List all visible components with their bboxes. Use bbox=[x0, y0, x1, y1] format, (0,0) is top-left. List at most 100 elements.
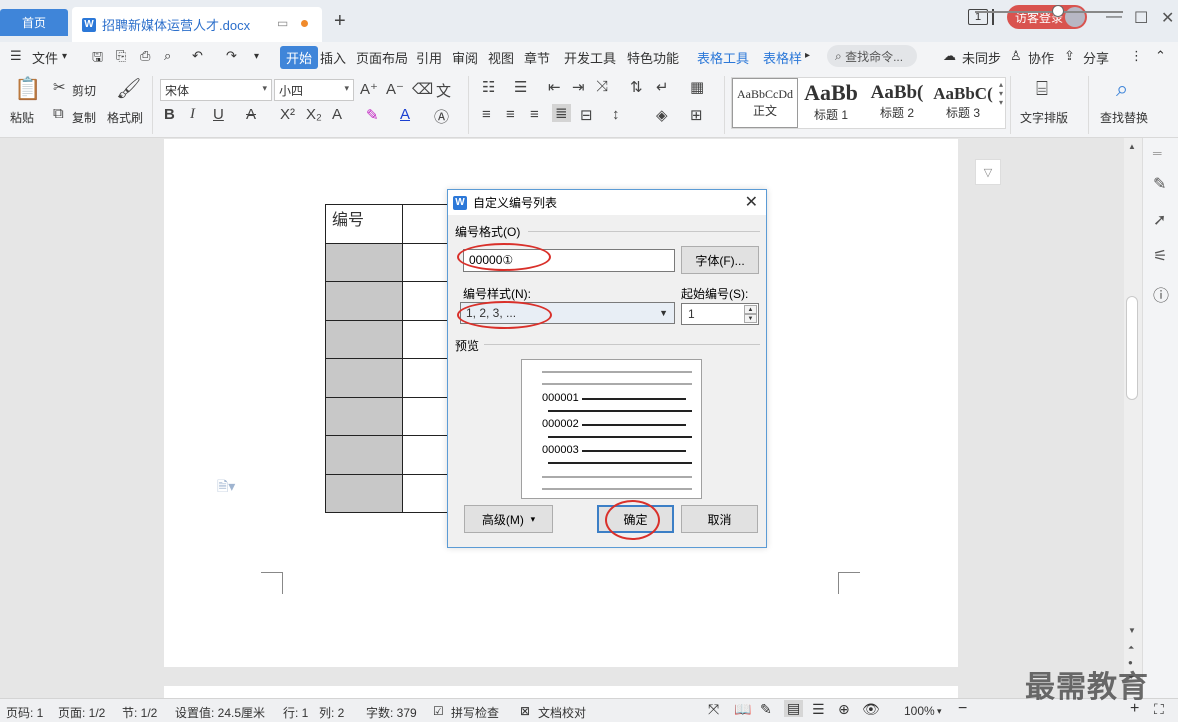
text-effect-icon[interactable]: A bbox=[332, 106, 342, 123]
reading-mode-icon[interactable]: 📖 bbox=[734, 701, 751, 718]
print-preview-icon[interactable]: ⌕ bbox=[164, 48, 171, 64]
spell-check-icon[interactable]: ☑ bbox=[433, 704, 444, 718]
decrease-indent-icon[interactable]: ⇤ bbox=[548, 78, 561, 96]
text-layout-icon[interactable]: ⌸ bbox=[1036, 78, 1048, 101]
status-page-count[interactable]: 页面: 1/2 bbox=[58, 704, 105, 721]
zoom-slider[interactable] bbox=[975, 11, 1123, 13]
scroll-down-icon[interactable]: ▼ bbox=[1128, 626, 1136, 635]
bold-icon[interactable]: B bbox=[164, 106, 175, 123]
status-page-number[interactable]: 页码: 1 bbox=[6, 704, 43, 721]
status-word-count[interactable]: 字数: 379 bbox=[366, 704, 417, 721]
fit-page-icon[interactable]: ⛶ bbox=[1154, 701, 1164, 718]
underline-icon[interactable]: U bbox=[213, 106, 224, 123]
table-cell[interactable] bbox=[325, 435, 403, 475]
show-hide-marks-icon[interactable]: ↵ bbox=[656, 78, 669, 96]
export-pdf-icon[interactable]: ⎘ bbox=[116, 48, 126, 64]
zoom-out-icon[interactable]: − bbox=[958, 700, 967, 718]
subscript-icon[interactable]: X₂ bbox=[306, 106, 322, 123]
highlight-icon[interactable]: ✎ bbox=[366, 106, 379, 124]
menu-table-tools[interactable]: 表格工具 bbox=[697, 48, 749, 67]
save-icon[interactable]: 🖫 bbox=[92, 48, 103, 70]
monitor-icon[interactable]: ▭ bbox=[277, 16, 288, 30]
table-cell[interactable] bbox=[325, 281, 403, 321]
bullet-list-icon[interactable]: ☷ bbox=[482, 78, 495, 96]
redo-icon[interactable]: ↷ bbox=[226, 48, 237, 64]
table-cell[interactable] bbox=[325, 242, 403, 282]
filter-icon[interactable]: ▽ bbox=[975, 159, 1001, 185]
doc-review-button[interactable]: 文档校对 bbox=[538, 704, 586, 721]
style-heading-1[interactable]: AaBb 标题 1 bbox=[798, 78, 864, 128]
close-window-button[interactable]: ✕ bbox=[1161, 8, 1174, 28]
clear-format-icon[interactable]: ⌫ bbox=[412, 80, 433, 98]
outline-view-icon[interactable]: ☰ bbox=[812, 701, 825, 718]
advanced-button[interactable]: 高级(M) ▾ bbox=[464, 505, 553, 533]
align-left-icon[interactable]: ≡ bbox=[482, 106, 491, 123]
scroll-up-icon[interactable]: ▲ bbox=[1128, 142, 1136, 151]
copy-icon[interactable]: ⧉ bbox=[53, 105, 64, 122]
spin-down-icon[interactable]: ▼ bbox=[744, 314, 757, 323]
sidebar-handle-icon[interactable]: ═ bbox=[1153, 146, 1162, 160]
justify-icon[interactable]: ≣ bbox=[552, 104, 571, 122]
gallery-scroll-icon[interactable]: ▴ ▾ ▾ bbox=[999, 80, 1003, 107]
shrink-font-icon[interactable]: A⁻ bbox=[386, 80, 404, 98]
ok-button[interactable]: 确定 bbox=[597, 505, 674, 533]
font-button[interactable]: 字体(F)... bbox=[681, 246, 759, 274]
format-painter-button[interactable]: 格式刷 bbox=[107, 109, 143, 126]
dialog-title-bar[interactable]: W 自定义编号列表 bbox=[448, 190, 766, 215]
scrollbar-thumb[interactable] bbox=[1126, 296, 1138, 400]
cursor-icon[interactable]: ➚ bbox=[1153, 210, 1166, 230]
style-heading-3[interactable]: AaBbC( 标题 3 bbox=[930, 78, 996, 128]
collapse-ribbon-icon[interactable]: ⌃ bbox=[1155, 48, 1166, 64]
find-replace-button[interactable]: 查找替换 bbox=[1100, 109, 1148, 126]
document-table[interactable]: 编号 bbox=[325, 204, 463, 513]
table-icon[interactable]: ▦ bbox=[690, 78, 704, 96]
distribute-icon[interactable]: ⊟ bbox=[580, 106, 593, 124]
menu-chapter[interactable]: 章节 bbox=[524, 48, 550, 67]
table-cell[interactable] bbox=[325, 358, 403, 398]
doc-review-icon[interactable]: ⊠ bbox=[520, 704, 530, 718]
fullscreen-icon[interactable]: ⤧ bbox=[708, 701, 719, 718]
tab-document[interactable]: W 招聘新媒体运营人才.docx ▭ bbox=[72, 7, 322, 42]
italic-icon[interactable]: I bbox=[190, 106, 195, 123]
page-view-icon[interactable]: ▤ bbox=[784, 700, 804, 717]
chevron-down-icon[interactable]: ▾ bbox=[62, 51, 67, 62]
pen-icon[interactable]: ✎ bbox=[1153, 174, 1166, 194]
prev-page-icon[interactable]: ⏶ bbox=[1128, 643, 1134, 653]
zoom-level[interactable]: 100% bbox=[904, 704, 935, 718]
more-icon[interactable]: ⋮ bbox=[1130, 48, 1143, 64]
paste-icon[interactable]: 📋 bbox=[14, 76, 41, 102]
maximize-button[interactable]: ☐ bbox=[1134, 8, 1148, 28]
font-color-icon[interactable]: A bbox=[400, 106, 410, 123]
sort-icon[interactable]: ⇅ bbox=[630, 78, 643, 96]
line-spacing-icon[interactable]: ↕ bbox=[612, 106, 620, 123]
grow-font-icon[interactable]: A⁺ bbox=[360, 80, 378, 98]
chinese-layout-icon[interactable]: ⤨ bbox=[596, 78, 608, 95]
document-page-next[interactable] bbox=[164, 686, 958, 698]
tab-home[interactable]: 首页 bbox=[0, 9, 68, 36]
number-format-input[interactable]: 00000① bbox=[463, 249, 675, 272]
borders-icon[interactable]: ⊞ bbox=[690, 106, 703, 124]
shading-icon[interactable]: ◈ bbox=[656, 106, 668, 124]
print-icon[interactable]: ⎙ bbox=[140, 48, 150, 64]
web-view-icon[interactable]: ⊕ bbox=[838, 701, 850, 718]
menu-table-style[interactable]: 表格样 bbox=[763, 48, 802, 67]
menu-page-layout[interactable]: 页面布局 bbox=[356, 48, 408, 67]
start-number-stepper[interactable]: 1 ▲ ▼ bbox=[681, 303, 759, 325]
vertical-scrollbar[interactable]: ▲ ▼ ⏶ ● ⏷ bbox=[1124, 138, 1142, 698]
copy-button[interactable]: 复制 bbox=[72, 109, 96, 126]
help-icon[interactable]: ⓘ bbox=[1153, 282, 1169, 306]
edit-mode-icon[interactable]: ✎ bbox=[760, 701, 772, 718]
menu-view[interactable]: 视图 bbox=[488, 48, 514, 67]
font-size-select[interactable]: 小四 ▾ bbox=[274, 79, 354, 101]
cancel-button[interactable]: 取消 bbox=[681, 505, 758, 533]
menu-scroll-right-icon[interactable]: ▸ bbox=[805, 50, 810, 61]
hamburger-icon[interactable]: ☰ bbox=[10, 48, 22, 64]
eye-protection-icon[interactable]: 👁 bbox=[862, 701, 880, 718]
table-cell[interactable] bbox=[325, 473, 403, 513]
format-painter-icon[interactable]: 🖌 bbox=[116, 76, 141, 101]
table-cell-header[interactable]: 编号 bbox=[325, 204, 403, 244]
status-column[interactable]: 列: 2 bbox=[319, 704, 344, 721]
style-heading-2[interactable]: AaBb( 标题 2 bbox=[864, 78, 930, 128]
close-icon[interactable]: ✕ bbox=[745, 192, 758, 212]
font-name-select[interactable]: 宋体 ▾ bbox=[160, 79, 272, 101]
